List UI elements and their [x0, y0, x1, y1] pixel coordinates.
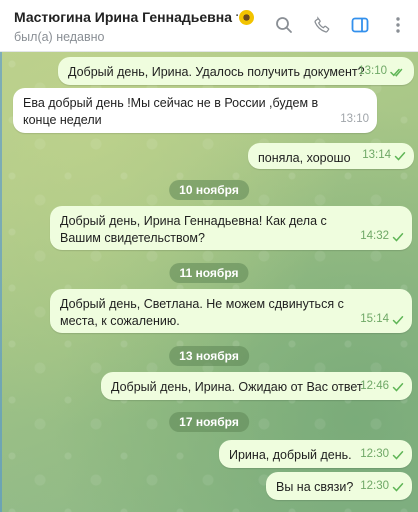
message-bubble-outgoing[interactable]: Ирина, добрый день. 12:30 [219, 440, 412, 468]
message-time: 12:46 [360, 380, 389, 392]
date-separator: 13 ноября [169, 346, 249, 366]
message-time: 12:30 [360, 480, 389, 492]
message-bubble-outgoing[interactable]: Вы на связи? 12:30 [266, 472, 412, 500]
header-actions [272, 13, 410, 37]
message-bubble-outgoing[interactable]: Добрый день, Ирина. Ожидаю от Вас ответ … [101, 372, 412, 400]
date-separator: 11 ноября [169, 263, 249, 283]
phone-icon [314, 16, 330, 33]
check-icon [394, 151, 406, 161]
message-text: поняла, хорошо [258, 151, 351, 165]
message-list[interactable]: Добрый день, Ирина. Удалось получить док… [0, 52, 418, 512]
check-icon [392, 315, 404, 325]
message-text: Ева добрый день !Мы сейчас не в России ,… [23, 96, 319, 127]
more-vertical-icon [396, 17, 400, 33]
chat-title[interactable]: Мастюгина Ирина Геннадьевна траст [14, 9, 238, 25]
date-separator: 17 ноября [169, 412, 249, 432]
sidebar-panel-icon [351, 17, 369, 33]
check-icon [392, 482, 404, 492]
chat-title-wrap[interactable]: Мастюгина Ирина Геннадьевна траст [14, 9, 254, 25]
message-bubble-incoming[interactable]: Ева добрый день !Мы сейчас не в России ,… [13, 88, 377, 133]
check-icon [392, 232, 404, 242]
message-time: 13:14 [362, 149, 391, 161]
message-bubble-outgoing[interactable]: поняла, хорошо 13:14 [248, 143, 414, 169]
message-meta: 12:30 [360, 478, 404, 495]
double-check-icon [390, 68, 403, 77]
sunflower-emoji-icon [239, 9, 254, 25]
message-meta: 13:10 [358, 63, 406, 80]
chat-header: Мастюгина Ирина Геннадьевна траст был(а)… [0, 0, 418, 52]
message-bubble-outgoing[interactable]: Добрый день, Светлана. Не можем сдвинуть… [50, 289, 412, 333]
message-text: Добрый день, Ирина. Удалось получить док… [68, 65, 365, 79]
more-options-button[interactable] [386, 13, 410, 37]
last-seen-status: был(а) недавно [14, 30, 105, 44]
call-button[interactable] [310, 13, 334, 37]
message-time: 12:30 [360, 448, 389, 460]
message-text: Добрый день, Ирина Геннадьевна! Как дела… [60, 214, 327, 245]
message-text: Добрый день, Ирина. Ожидаю от Вас ответ [111, 380, 363, 394]
message-text: Добрый день, Светлана. Не можем сдвинуть… [60, 297, 344, 328]
message-bubble-outgoing[interactable]: Добрый день, Ирина Геннадьевна! Как дела… [50, 206, 412, 250]
search-icon [276, 17, 292, 33]
message-time: 15:14 [360, 313, 389, 325]
message-meta: 12:46 [360, 378, 404, 395]
message-text: Ирина, добрый день. [229, 448, 352, 462]
left-edge-divider [0, 52, 2, 512]
message-time: 13:10 [340, 113, 369, 125]
toggle-sidebar-button[interactable] [348, 13, 372, 37]
message-bubble-outgoing[interactable]: Добрый день, Ирина. Удалось получить док… [58, 57, 414, 85]
date-separator: 10 ноября [169, 180, 249, 200]
message-time: 14:32 [360, 230, 389, 242]
check-icon [392, 382, 404, 392]
message-meta: 13:10 [340, 111, 369, 128]
check-icon [392, 450, 404, 460]
message-meta: 14:32 [360, 228, 404, 245]
search-button[interactable] [272, 13, 296, 37]
message-meta: 12:30 [360, 446, 404, 463]
message-meta: 13:14 [362, 147, 406, 164]
message-time: 13:10 [358, 65, 387, 77]
message-text: Вы на связи? [276, 480, 354, 494]
message-meta: 15:14 [360, 311, 404, 328]
